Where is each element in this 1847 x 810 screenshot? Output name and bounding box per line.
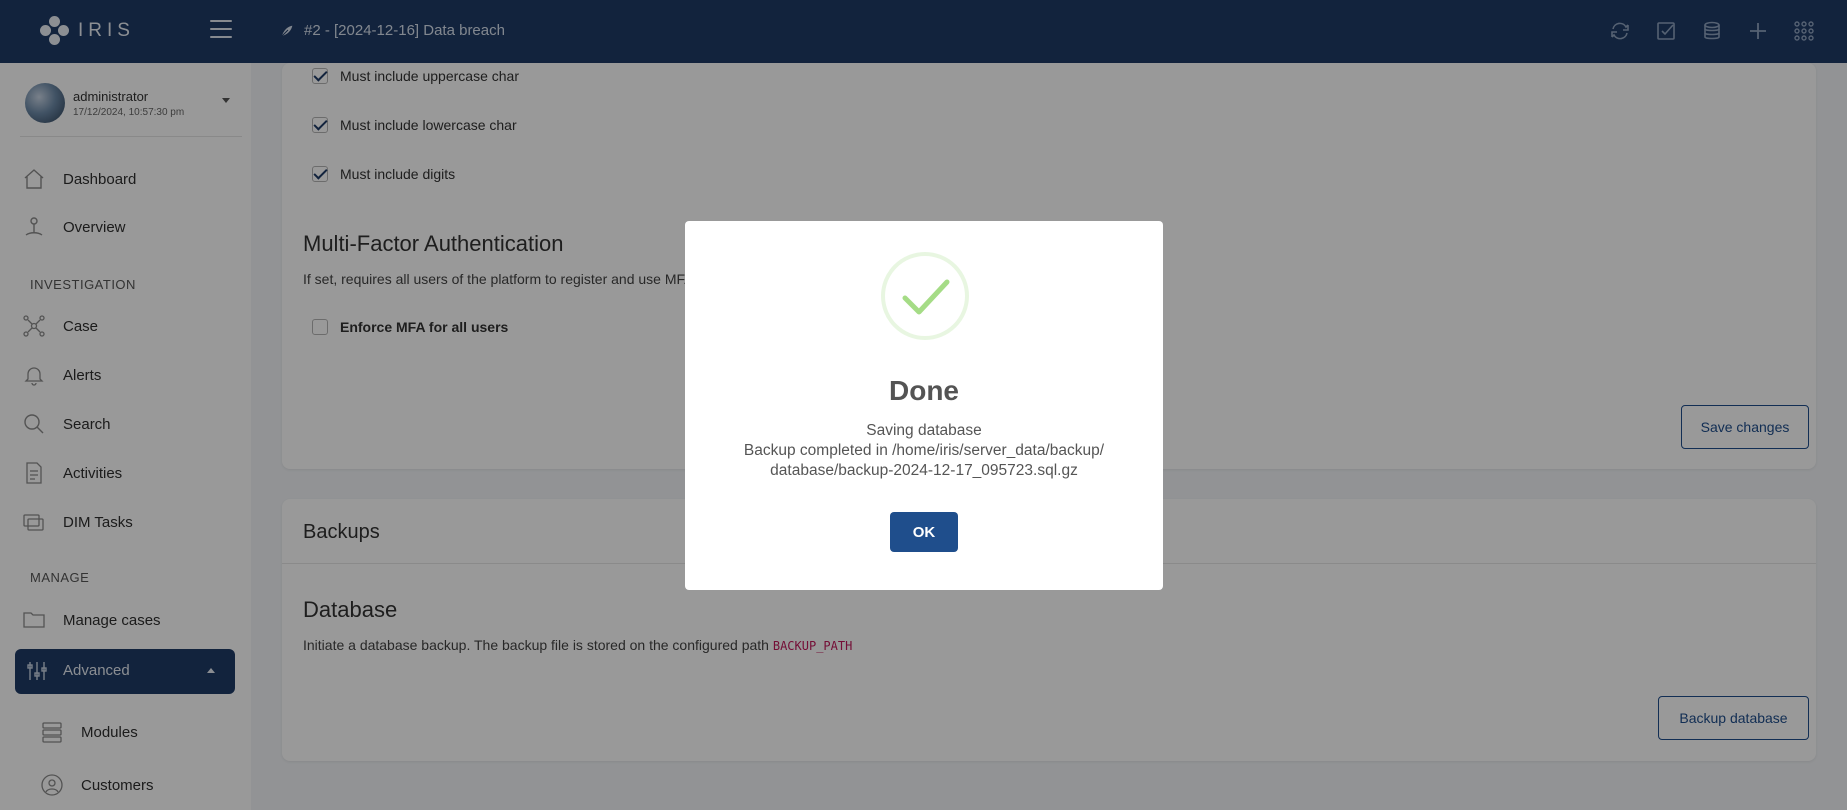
dialog-message: Saving database Backup completed in /hom… (715, 421, 1133, 481)
dialog-title: Done (889, 375, 959, 406)
dialog-line: database/backup-2024-12-17_095723.sql.gz (770, 462, 1078, 479)
dialog-line: Backup completed in /home/iris/server_da… (743, 442, 1105, 459)
success-check-icon (881, 252, 969, 340)
success-dialog: Done Saving database Backup completed in… (685, 221, 1163, 590)
dialog-line: Saving database (866, 422, 982, 439)
ok-button[interactable]: OK (890, 512, 958, 552)
